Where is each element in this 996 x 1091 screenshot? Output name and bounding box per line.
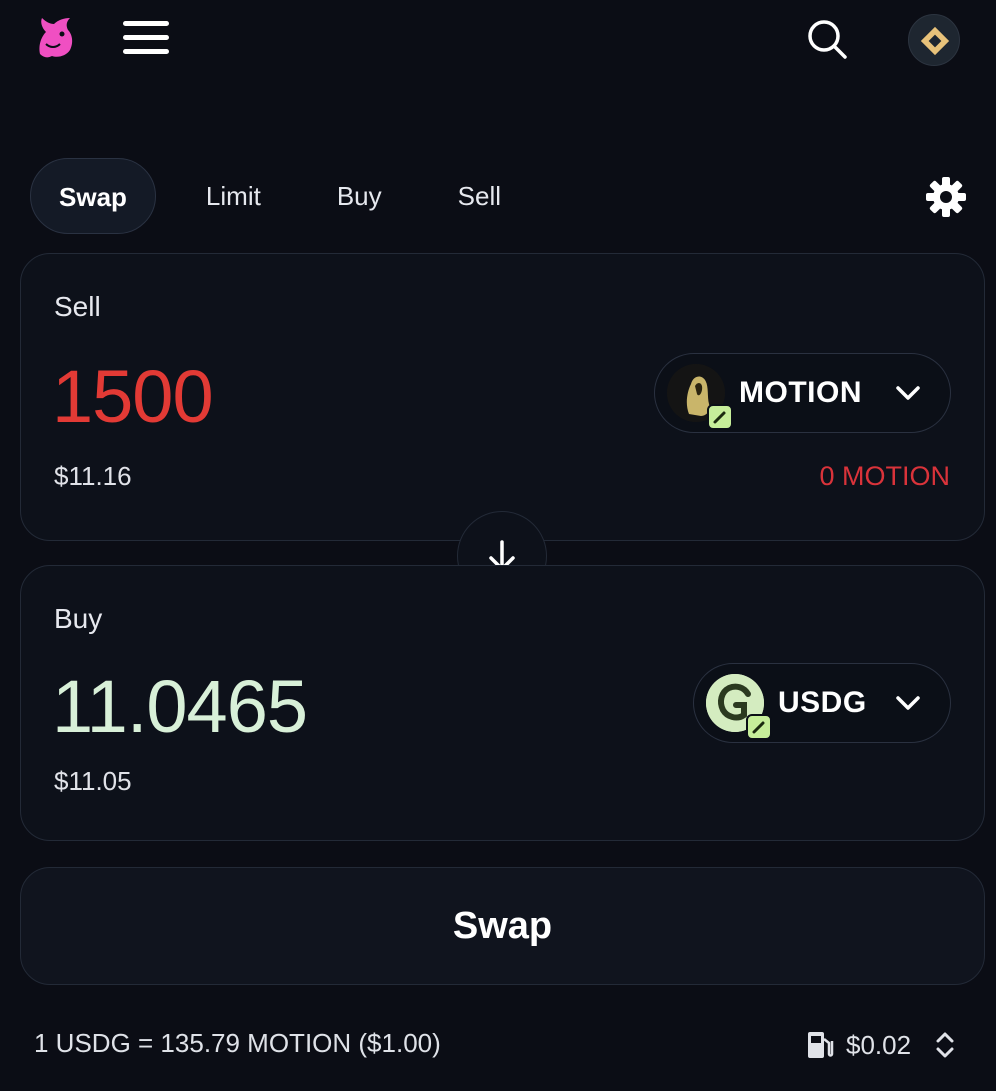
sell-label: Sell (54, 291, 101, 322)
sell-token-symbol: MOTION (739, 376, 862, 409)
buy-amount-input[interactable]: 11.0465 (52, 664, 308, 749)
tab-swap[interactable]: Swap (30, 158, 156, 234)
hamburger-menu-icon[interactable] (120, 16, 172, 60)
edit-badge-icon (707, 404, 733, 430)
trade-mode-tabs: Swap Limit Buy Sell (30, 158, 529, 234)
sell-amount-input[interactable]: 1500 (52, 354, 214, 439)
sell-token-selector[interactable]: MOTION (654, 353, 951, 433)
gear-icon[interactable] (924, 175, 968, 219)
swap-button[interactable]: Swap (20, 867, 985, 985)
unicorn-logo-icon[interactable] (32, 14, 80, 60)
sell-usd-value: $11.16 (54, 461, 132, 491)
search-icon[interactable] (804, 16, 850, 62)
chevron-down-icon (894, 689, 922, 717)
wallet-avatar-icon[interactable] (908, 14, 960, 66)
gas-pump-icon (806, 1029, 834, 1061)
usdg-token-icon (706, 674, 772, 740)
chevron-down-icon (894, 379, 922, 407)
edit-badge-icon (746, 714, 772, 740)
tab-buy[interactable]: Buy (309, 158, 410, 234)
chevron-up-down-icon (933, 1030, 957, 1060)
gas-fee-toggle[interactable]: $0.02 (806, 1026, 957, 1064)
gas-fee-value: $0.02 (846, 1029, 912, 1060)
buy-token-symbol: USDG (778, 686, 867, 719)
buy-token-selector[interactable]: USDG (693, 663, 951, 743)
sell-token-balance: 0 MOTION (819, 461, 950, 491)
motion-token-icon (667, 364, 733, 430)
tab-sell[interactable]: Sell (430, 158, 529, 234)
buy-label: Buy (54, 603, 103, 634)
buy-usd-value: $11.05 (54, 766, 132, 796)
exchange-rate[interactable]: 1 USDG = 135.79 MOTION ($1.00) (34, 1028, 441, 1059)
tab-limit[interactable]: Limit (178, 158, 289, 234)
